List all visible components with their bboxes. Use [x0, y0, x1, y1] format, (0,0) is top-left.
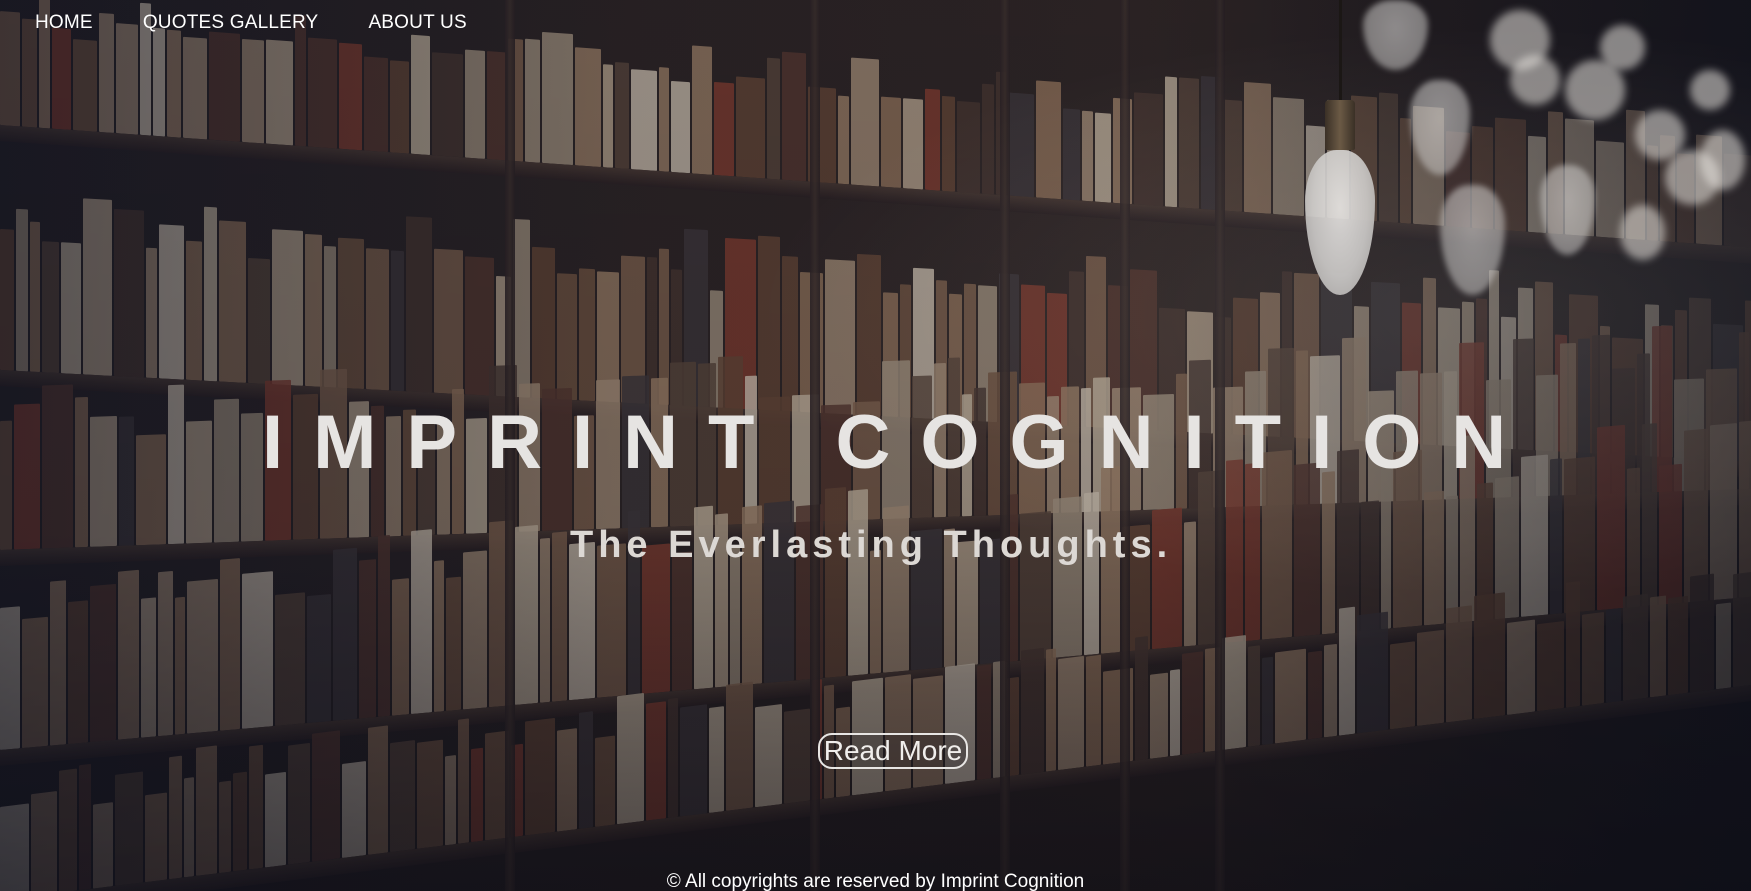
bokeh-light — [1700, 130, 1745, 190]
hero-section: HOME QUOTES GALLERY ABOUT US IMPRINT COG… — [0, 0, 1751, 891]
nav-home-link[interactable]: HOME — [35, 12, 93, 34]
bokeh-light — [1510, 55, 1560, 105]
nav-quotes-gallery-link[interactable]: QUOTES GALLERY — [143, 12, 319, 34]
read-more-button[interactable]: Read More — [818, 733, 968, 769]
site-title: IMPRINT COGNITION — [262, 400, 1537, 485]
bokeh-light — [1600, 25, 1645, 70]
bokeh-light — [1690, 70, 1730, 110]
bulb-cord — [1339, 0, 1342, 105]
nav-about-us-link[interactable]: ABOUT US — [368, 12, 466, 34]
site-tagline: The Everlasting Thoughts. — [570, 524, 1173, 566]
bokeh-light — [1635, 110, 1685, 160]
bokeh-light — [1620, 205, 1665, 260]
copyright-footer: © All copyrights are reserved by Imprint… — [666, 871, 1085, 891]
bulb-socket — [1325, 100, 1355, 150]
main-nav: HOME QUOTES GALLERY ABOUT US — [35, 12, 467, 34]
